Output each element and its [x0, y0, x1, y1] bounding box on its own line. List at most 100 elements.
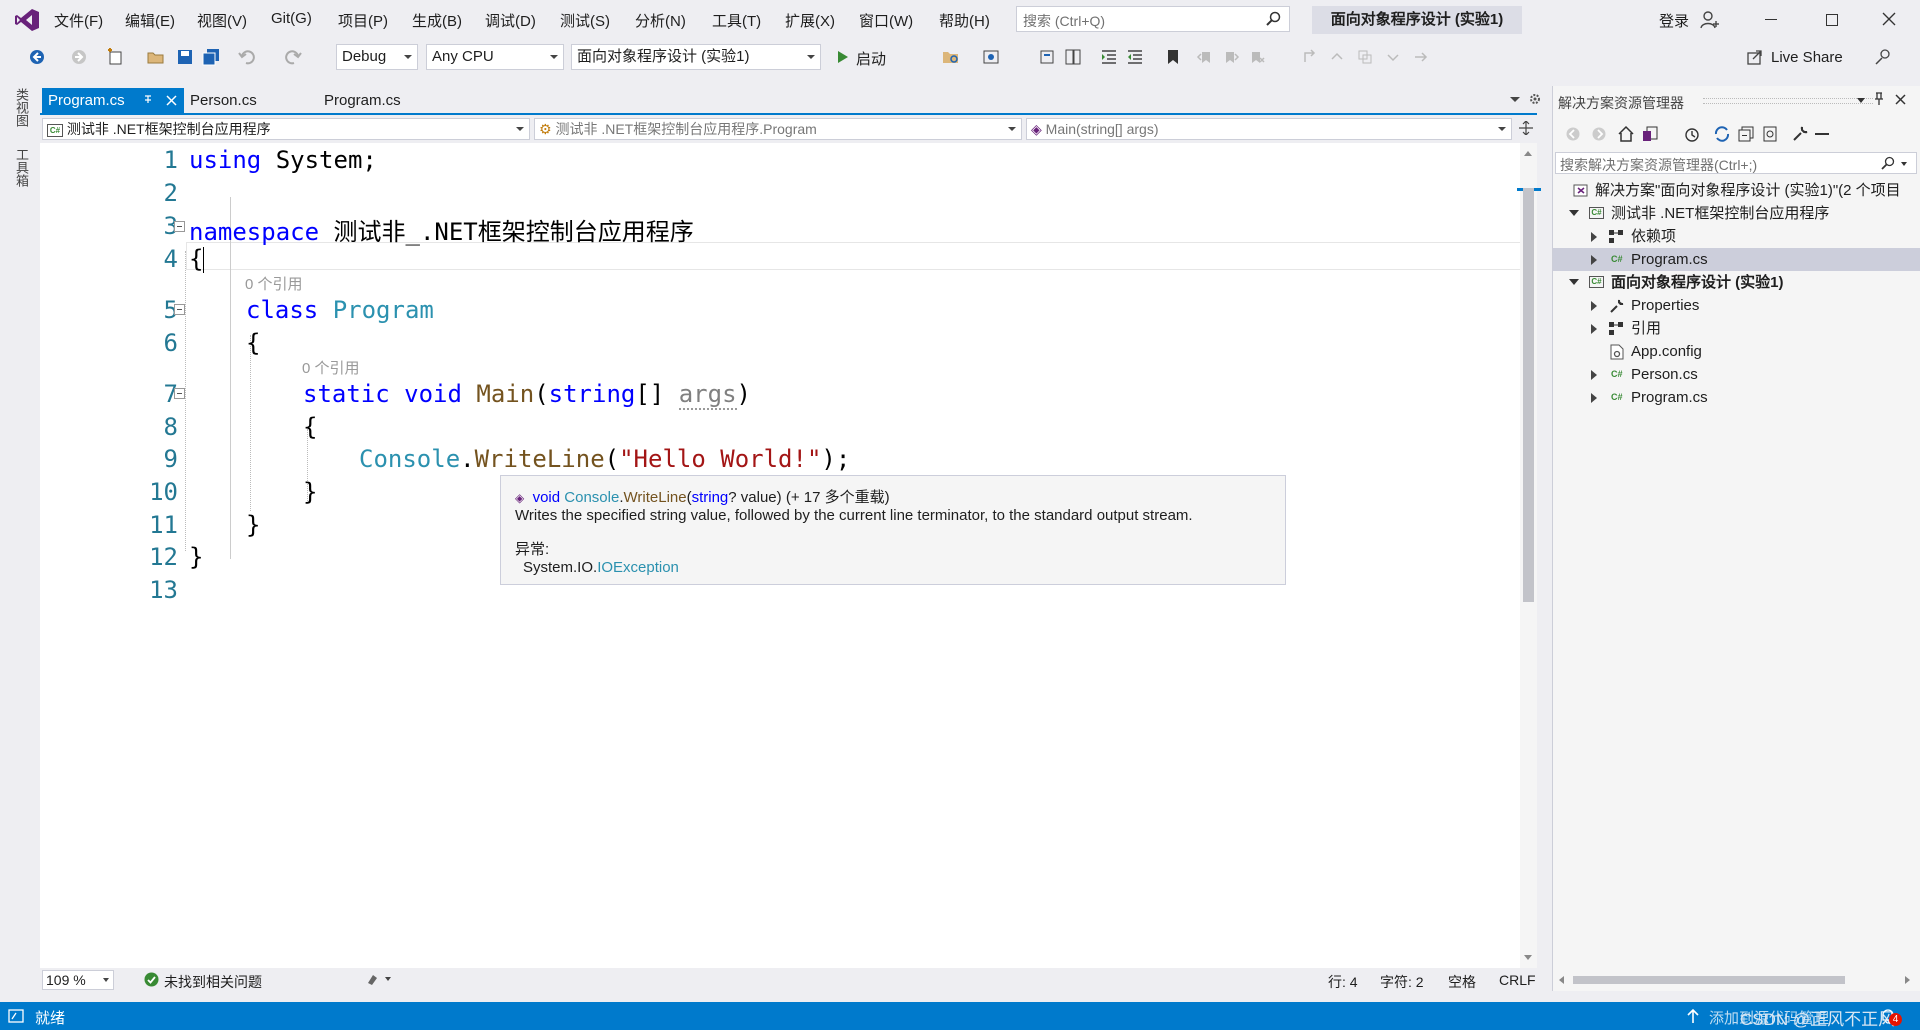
tree-dependencies[interactable]: 依赖项 — [1553, 225, 1920, 248]
tooltip-class-link[interactable]: Console — [564, 489, 619, 506]
user-icon[interactable] — [1700, 10, 1720, 30]
close-tab-icon[interactable] — [166, 95, 177, 106]
se-home-icon[interactable] — [1617, 125, 1635, 143]
se-back-icon[interactable] — [1565, 126, 1581, 142]
solution-horizontal-scrollbar[interactable] — [1555, 972, 1917, 988]
collapse-arrow-icon[interactable] — [1591, 232, 1597, 242]
step-into-icon[interactable] — [1038, 48, 1056, 66]
toolbar-misc-icon-1[interactable] — [1302, 48, 1320, 66]
code-cleanup-brush-icon[interactable] — [365, 971, 395, 987]
se-pending-changes-icon[interactable] — [1683, 125, 1701, 143]
minimize-button[interactable] — [1765, 19, 1777, 20]
collapse-arrow-icon[interactable] — [1591, 301, 1597, 311]
toolbar-misc-icon-2[interactable] — [1328, 48, 1346, 66]
step-over-icon[interactable] — [1064, 48, 1082, 66]
global-search-input[interactable]: 搜索 (Ctrl+Q) — [1016, 6, 1290, 32]
new-project-icon[interactable] — [106, 48, 124, 66]
column-indicator[interactable]: 字符: 2 — [1380, 972, 1424, 992]
outdent-icon[interactable] — [1126, 48, 1144, 66]
tree-solution-root[interactable]: 解决方案"面向对象程序设计 (实验1)"(2 个项目 — [1553, 179, 1920, 202]
exception-type-link[interactable]: IOException — [597, 559, 679, 576]
se-sync-icon[interactable] — [1713, 125, 1731, 143]
tab-person-cs[interactable]: Person.cs — [184, 88, 304, 113]
visual-studio-logo-icon[interactable] — [14, 8, 40, 32]
startup-project-select[interactable]: 面向对象程序设计 (实验1) — [571, 44, 821, 70]
find-in-files-icon[interactable] — [942, 48, 960, 66]
menu-project[interactable]: 项目(P) — [338, 10, 388, 31]
menu-window[interactable]: 窗口(W) — [859, 10, 913, 31]
pin-icon[interactable] — [142, 94, 154, 106]
tree-project-console[interactable]: C# 测试非 .NET框架控制台应用程序 — [1553, 202, 1920, 225]
collapse-arrow-icon[interactable] — [1591, 324, 1597, 334]
editor-vertical-scrollbar[interactable] — [1517, 143, 1541, 968]
solution-search-options-icon[interactable] — [1901, 162, 1907, 166]
tree-program-cs[interactable]: C# Program.cs — [1553, 386, 1920, 409]
scroll-thumb[interactable] — [1523, 188, 1534, 602]
collapse-arrow-icon[interactable] — [1591, 370, 1597, 380]
h-scroll-thumb[interactable] — [1573, 976, 1845, 984]
tab-overflow-dropdown-icon[interactable] — [1510, 97, 1520, 102]
scroll-up-arrow-icon[interactable] — [1524, 151, 1532, 156]
menu-help[interactable]: 帮助(H) — [939, 10, 990, 31]
source-control-up-arrow-icon[interactable] — [1686, 1008, 1700, 1024]
tree-app-config[interactable]: App.config — [1553, 340, 1920, 363]
close-window-button[interactable] — [1882, 12, 1896, 26]
tab-program-cs-2[interactable]: Program.cs — [318, 88, 438, 113]
zoom-select[interactable]: 109 % — [42, 970, 114, 990]
bookmark-prev-icon[interactable] — [1196, 48, 1214, 66]
collapse-arrow-icon[interactable] — [1591, 393, 1597, 403]
undo-icon[interactable] — [238, 48, 256, 66]
solution-search-input[interactable]: 搜索解决方案资源管理器(Ctrl+;) — [1555, 152, 1917, 174]
platform-select[interactable]: Any CPU — [426, 44, 564, 70]
scroll-right-arrow-icon[interactable] — [1905, 976, 1910, 984]
menu-extensions[interactable]: 扩展(X) — [785, 10, 835, 31]
tab-program-cs-active[interactable]: Program.cs — [42, 88, 184, 113]
se-forward-icon[interactable] — [1591, 126, 1607, 142]
se-properties-wrench-icon[interactable] — [1791, 125, 1809, 143]
menu-build[interactable]: 生成(B) — [412, 10, 462, 31]
class-nav-select[interactable]: ⚙ 测试非 .NET框架控制台应用程序.Program — [534, 118, 1022, 140]
scroll-left-arrow-icon[interactable] — [1559, 976, 1564, 984]
fold-toggle-class[interactable] — [174, 304, 185, 315]
class-view-tab[interactable]: 类视图 — [12, 88, 31, 127]
expand-arrow-icon[interactable] — [1569, 210, 1579, 216]
login-link[interactable]: 登录 — [1659, 10, 1689, 31]
menu-tools[interactable]: 工具(T) — [712, 10, 761, 31]
panel-menu-dropdown-icon[interactable] — [1857, 98, 1865, 103]
menu-edit[interactable]: 编辑(E) — [125, 10, 175, 31]
toolbar-misc-icon-3[interactable] — [1356, 48, 1374, 66]
se-show-all-files-icon[interactable] — [1761, 125, 1779, 143]
open-folder-icon[interactable] — [147, 48, 165, 66]
bookmark-next-icon[interactable] — [1222, 48, 1240, 66]
start-play-icon[interactable] — [834, 48, 852, 66]
save-all-icon[interactable] — [202, 48, 220, 66]
bookmark-clear-icon[interactable] — [1248, 48, 1266, 66]
collapse-arrow-icon[interactable] — [1591, 255, 1597, 265]
restore-button[interactable] — [1826, 14, 1838, 26]
save-icon[interactable] — [176, 48, 194, 66]
panel-close-icon[interactable] — [1895, 94, 1906, 105]
indent-icon[interactable] — [1100, 48, 1118, 66]
tree-program-cs-selected[interactable]: C# Program.cs — [1553, 248, 1920, 271]
whitespace-indicator[interactable]: 空格 — [1448, 972, 1476, 992]
codelens-method-refs[interactable]: 0 个引用 — [302, 357, 360, 378]
expand-arrow-icon[interactable] — [1569, 279, 1579, 285]
panel-grip[interactable] — [1703, 98, 1873, 104]
bookmark-icon[interactable] — [1164, 48, 1182, 66]
live-share-button[interactable]: Live Share — [1771, 49, 1843, 66]
member-nav-select[interactable]: ◈ Main(string[] args) — [1026, 118, 1512, 140]
se-switch-views-icon[interactable] — [1641, 125, 1659, 143]
feedback-icon[interactable] — [1874, 48, 1892, 66]
fold-toggle-namespace[interactable] — [174, 221, 185, 232]
se-preview-icon[interactable] — [1815, 133, 1829, 135]
toolbar-misc-icon-5[interactable] — [1412, 48, 1430, 66]
tree-properties[interactable]: Properties — [1553, 294, 1920, 317]
start-button[interactable]: 启动 — [856, 48, 886, 69]
menu-file[interactable]: 文件(F) — [54, 10, 103, 31]
screenshot-icon[interactable] — [982, 48, 1000, 66]
tree-project-oop[interactable]: C# 面向对象程序设计 (实验1) — [1553, 271, 1920, 294]
line-indicator[interactable]: 行: 4 — [1328, 972, 1358, 992]
menu-view[interactable]: 视图(V) — [197, 10, 247, 31]
tree-references[interactable]: 引用 — [1553, 317, 1920, 340]
redo-icon[interactable] — [284, 48, 302, 66]
